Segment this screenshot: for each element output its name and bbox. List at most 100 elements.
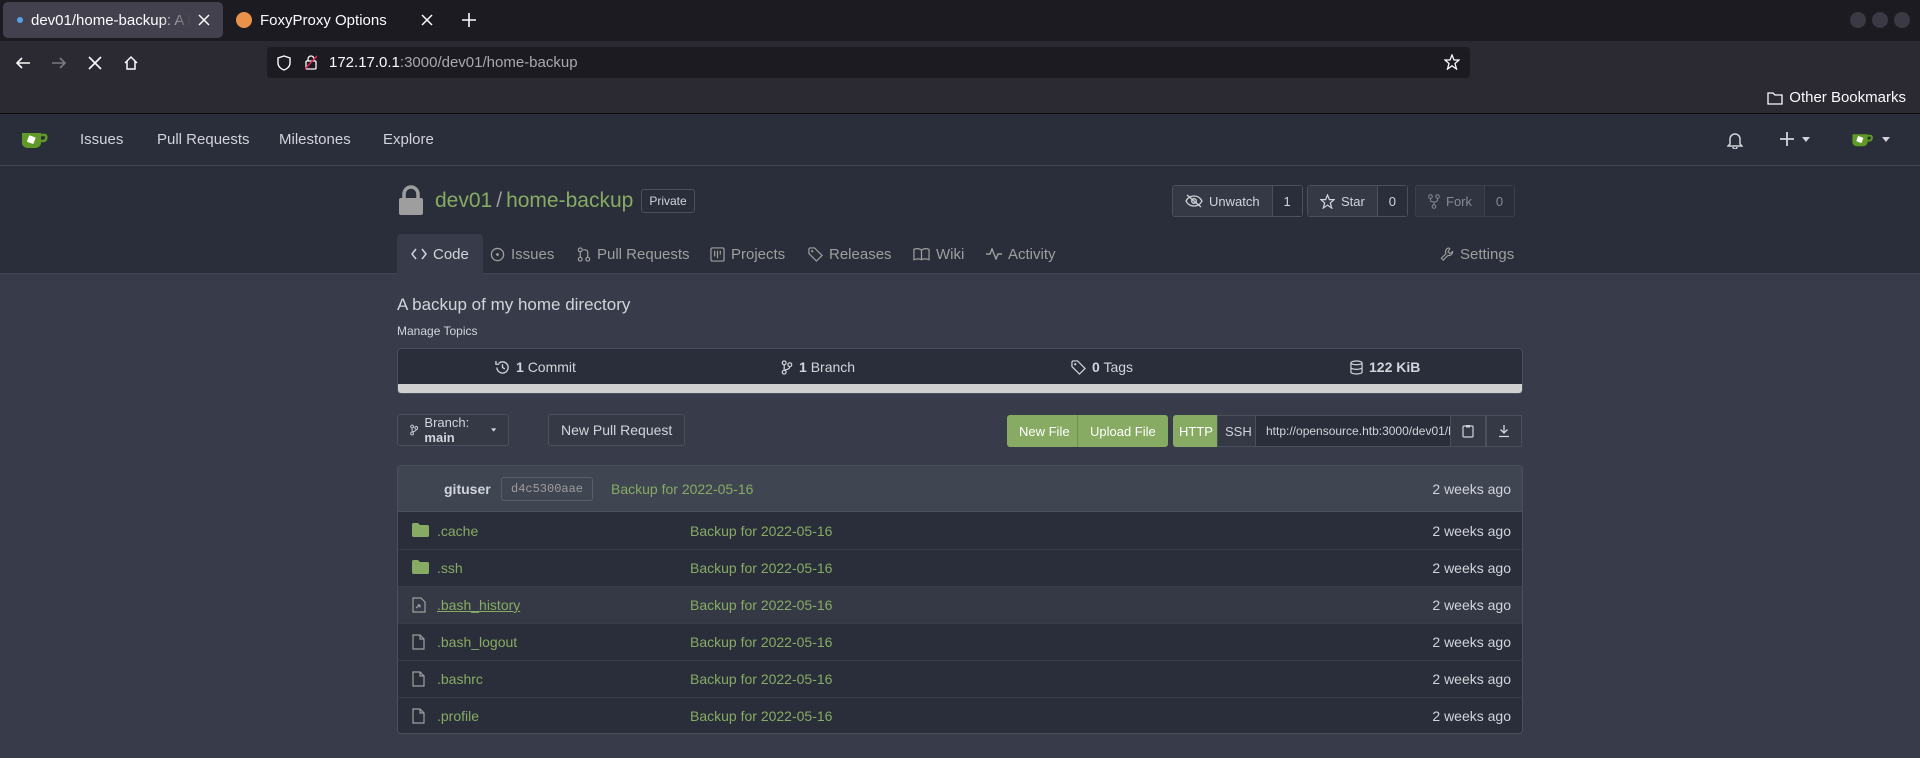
tab-settings[interactable]: Settings <box>1440 234 1514 274</box>
download-archive-button[interactable] <box>1486 415 1522 447</box>
nav-explore[interactable]: Explore <box>383 131 434 148</box>
star-button[interactable]: Star <box>1308 186 1377 216</box>
bookmark-star-icon[interactable] <box>1444 54 1460 70</box>
insecure-lock-icon[interactable] <box>305 55 317 70</box>
browser-tab-bar: dev01/home-backup: A backup of my home d… <box>0 0 1920 41</box>
file-commit-message[interactable]: Backup for 2022-05-16 <box>690 671 832 687</box>
file-name[interactable]: .bash_history <box>437 597 520 613</box>
close-tab-icon[interactable] <box>414 7 440 33</box>
minimize-window-button[interactable] <box>1850 12 1866 28</box>
file-name[interactable]: .bashrc <box>437 671 483 687</box>
star-label: Star <box>1341 193 1365 209</box>
tab-projects[interactable]: Projects <box>710 234 785 274</box>
nav-milestones[interactable]: Milestones <box>279 131 351 148</box>
unwatch-button[interactable]: Unwatch <box>1173 186 1272 216</box>
new-pull-request-button[interactable]: New Pull Request <box>548 414 686 446</box>
fork-button-group[interactable]: Fork 0 <box>1415 185 1515 217</box>
branches-count: 1 <box>799 359 807 375</box>
tab-pull-requests-label: Pull Requests <box>597 245 690 263</box>
file-commit-message[interactable]: Backup for 2022-05-16 <box>690 560 832 576</box>
manage-topics-link[interactable]: Manage Topics <box>397 324 478 338</box>
new-tab-plus-icon[interactable] <box>456 7 482 33</box>
maximize-window-button[interactable] <box>1872 12 1888 28</box>
clone-url-input[interactable]: http://opensource.htb:3000/dev01/home-ba… <box>1255 415 1451 447</box>
list-item[interactable]: .bashrc Backup for 2022-05-16 2 weeks ag… <box>398 661 1522 698</box>
tab-wiki[interactable]: Wiki <box>913 234 964 274</box>
upload-file-button[interactable]: Upload File <box>1077 415 1168 447</box>
repo-name-link[interactable]: home-backup <box>506 189 633 213</box>
git-branch-icon <box>410 424 419 436</box>
size-stat: 122 KiB <box>1350 349 1420 385</box>
gitea-logo-icon[interactable] <box>19 128 49 150</box>
url-path: :3000/dev01/home-backup <box>399 54 578 71</box>
clone-ssh-button[interactable]: SSH <box>1217 415 1260 447</box>
repo-owner-link[interactable]: dev01 <box>435 189 492 213</box>
tab-releases[interactable]: Releases <box>808 234 892 274</box>
new-file-button[interactable]: New File <box>1007 415 1082 447</box>
nav-pull-requests[interactable]: Pull Requests <box>157 131 250 148</box>
folder-icon <box>1767 91 1783 105</box>
fork-count[interactable]: 0 <box>1484 186 1514 216</box>
watch-button-group[interactable]: Unwatch 1 <box>1172 185 1303 217</box>
path-separator: / <box>496 189 503 212</box>
commit-author[interactable]: gituser <box>444 481 491 497</box>
fork-button[interactable]: Fork <box>1416 186 1484 216</box>
file-age: 2 weeks ago <box>1432 671 1511 687</box>
list-item[interactable]: .ssh Backup for 2022-05-16 2 weeks ago <box>398 550 1522 587</box>
file-commit-message[interactable]: Backup for 2022-05-16 <box>690 523 832 539</box>
file-commit-message[interactable]: Backup for 2022-05-16 <box>690 634 832 650</box>
commits-stat[interactable]: 1 Commit <box>495 349 576 385</box>
file-name[interactable]: .cache <box>437 523 478 539</box>
shield-icon[interactable] <box>277 54 291 71</box>
list-item[interactable]: .bash_history Backup for 2022-05-16 2 we… <box>398 587 1522 624</box>
commits-count: 1 <box>516 359 524 375</box>
copy-clone-url-button[interactable] <box>1450 415 1486 447</box>
url-text[interactable]: 172.17.0.1:3000/dev01/home-backup <box>329 54 578 71</box>
star-count[interactable]: 0 <box>1376 186 1407 216</box>
file-name[interactable]: .bash_logout <box>437 634 517 650</box>
list-item[interactable]: .profile Backup for 2022-05-16 2 weeks a… <box>398 698 1522 733</box>
clone-http-button[interactable]: HTTP <box>1173 415 1219 447</box>
forward-arrow-icon[interactable] <box>44 48 74 78</box>
url-bar[interactable]: 172.17.0.1:3000/dev01/home-backup <box>267 47 1470 78</box>
language-stats-bar[interactable] <box>398 384 1522 393</box>
file-age: 2 weeks ago <box>1432 634 1511 650</box>
tab-pull-requests[interactable]: Pull Requests <box>577 234 690 274</box>
branch-name: main <box>424 430 455 445</box>
watch-count[interactable]: 1 <box>1271 186 1302 216</box>
close-window-button[interactable] <box>1894 12 1910 28</box>
file-commit-message[interactable]: Backup for 2022-05-16 <box>690 708 832 724</box>
commit-message[interactable]: Backup for 2022-05-16 <box>611 481 753 497</box>
browser-tab-active[interactable]: dev01/home-backup: A backup of my home d… <box>3 2 223 38</box>
browser-tab-foxyproxy[interactable]: FoxyProxy Options <box>228 2 446 38</box>
create-new-plus-dropdown[interactable] <box>1780 132 1810 146</box>
other-bookmarks-folder[interactable]: Other Bookmarks <box>1767 89 1906 106</box>
back-arrow-icon[interactable] <box>8 48 38 78</box>
nav-issues[interactable]: Issues <box>80 131 123 148</box>
tab-issues[interactable]: Issues <box>490 234 554 274</box>
user-avatar-dropdown[interactable] <box>1850 129 1890 149</box>
file-commit-message[interactable]: Backup for 2022-05-16 <box>690 597 832 613</box>
tools-icon <box>1440 246 1454 261</box>
repo-size: 122 KiB <box>1369 359 1421 375</box>
notifications-bell-icon[interactable] <box>1727 131 1743 149</box>
commit-sha-label[interactable]: d4c5300aae <box>501 477 594 501</box>
tab-activity[interactable]: Activity <box>986 234 1056 274</box>
file-name[interactable]: .profile <box>437 708 479 724</box>
file-name[interactable]: .ssh <box>437 560 463 576</box>
git-branch-icon <box>781 359 793 375</box>
caret-down-icon <box>1802 136 1810 142</box>
tags-stat[interactable]: 0 Tags <box>1071 349 1133 385</box>
home-icon[interactable] <box>116 48 146 78</box>
list-item[interactable]: .cache Backup for 2022-05-16 2 weeks ago <box>398 513 1522 550</box>
repo-description: A backup of my home directory <box>397 295 631 314</box>
eye-slash-icon <box>1185 194 1203 208</box>
star-button-group[interactable]: Star 0 <box>1307 185 1408 217</box>
branch-selector-dropdown[interactable]: Branch: main <box>397 414 509 446</box>
tab-code[interactable]: Code <box>397 234 483 274</box>
branches-stat[interactable]: 1 Branch <box>781 349 855 385</box>
foxyproxy-favicon-icon <box>236 12 252 28</box>
stop-loading-icon[interactable] <box>80 48 110 78</box>
list-item[interactable]: .bash_logout Backup for 2022-05-16 2 wee… <box>398 624 1522 661</box>
close-tab-icon[interactable] <box>191 7 217 33</box>
